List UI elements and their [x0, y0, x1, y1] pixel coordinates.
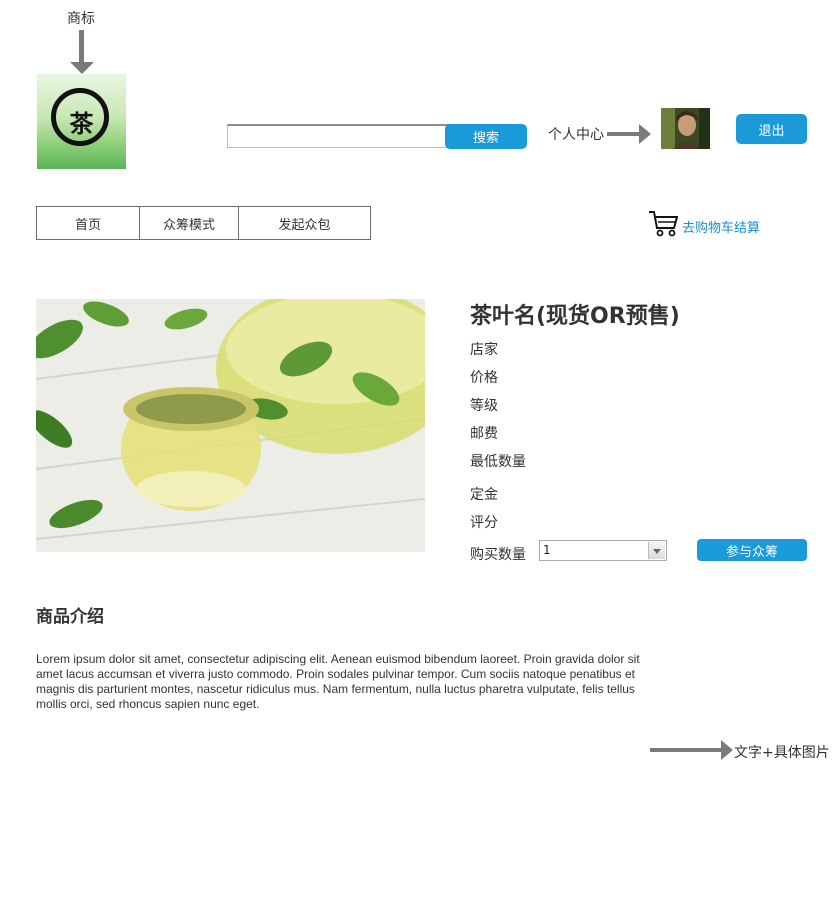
product-field-grade: 等级	[470, 398, 498, 414]
green-tea-photo	[36, 299, 425, 552]
cart-link[interactable]: 去购物车结算	[648, 210, 760, 238]
nav-item-start-crowdsource[interactable]: 发起众包	[239, 207, 370, 239]
quantity-select[interactable]: 1	[539, 540, 667, 561]
logo-annotation-label: 商标	[67, 11, 95, 27]
logo-tea-char: 茶	[69, 109, 94, 138]
cart-link-label: 去购物车结算	[682, 220, 761, 236]
profile-annotation-arrow-shaft	[607, 132, 639, 136]
main-nav: 首页 众筹模式 发起众包	[36, 206, 371, 240]
site-logo[interactable]: 茶	[37, 74, 126, 169]
product-image	[36, 299, 425, 552]
search-button[interactable]: 搜索	[445, 124, 527, 149]
user-avatar[interactable]	[661, 108, 710, 149]
product-field-price: 价格	[470, 370, 498, 386]
intro-title: 商品介绍	[36, 607, 104, 627]
detail-annotation-label: 文字+具体图片	[734, 745, 830, 761]
profile-annotation-label: 个人中心	[548, 127, 604, 143]
shopping-cart-icon	[649, 211, 678, 237]
product-field-deposit: 定金	[470, 487, 498, 503]
search-input[interactable]	[227, 124, 451, 148]
profile-annotation-arrow-head	[639, 124, 651, 144]
detail-annotation-arrow-shaft	[650, 748, 722, 752]
avatar-portrait-icon	[661, 108, 710, 149]
product-field-buy-qty: 购买数量	[470, 547, 526, 563]
logo-annotation-arrow-head	[70, 62, 94, 74]
product-field-shipping: 邮费	[470, 426, 498, 442]
intro-text: Lorem ipsum dolor sit amet, consectetur …	[36, 652, 640, 711]
logo-annotation-arrow-shaft	[79, 30, 84, 62]
product-field-shop: 店家	[470, 342, 498, 358]
nav-item-crowdfunding-mode[interactable]: 众筹模式	[140, 207, 239, 239]
product-field-rating: 评分	[470, 515, 498, 531]
product-title: 茶叶名(现货OR预售)	[470, 304, 680, 329]
quantity-select-value: 1	[543, 543, 551, 557]
join-crowdfunding-button[interactable]: 参与众筹	[697, 539, 807, 561]
chevron-down-icon[interactable]	[648, 542, 665, 559]
detail-annotation-arrow-head	[721, 740, 733, 760]
nav-item-home[interactable]: 首页	[37, 207, 140, 239]
logout-button[interactable]: 退出	[736, 114, 807, 144]
product-field-min-qty: 最低数量	[470, 454, 526, 470]
